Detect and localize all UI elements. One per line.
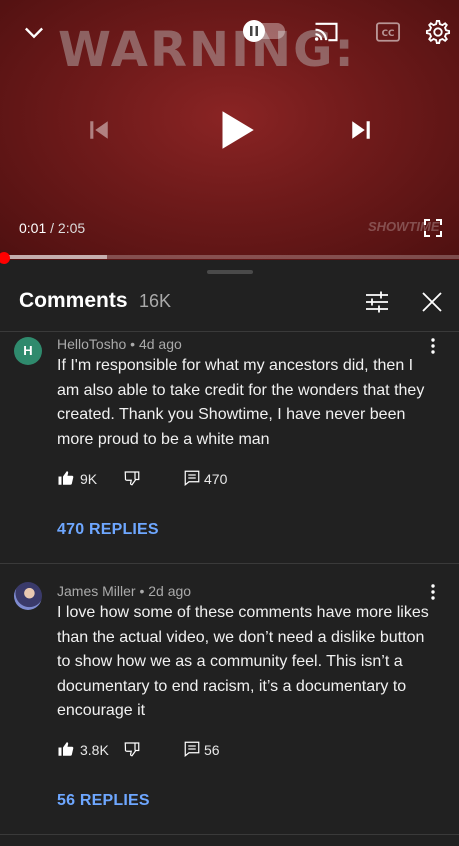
comment-divider <box>0 834 459 835</box>
comment-actions: 9K 470 <box>57 469 307 489</box>
comment-meta: James Miller • 2d ago <box>57 583 191 599</box>
buffer-fill <box>0 255 107 259</box>
comments-title: Comments <box>19 289 128 312</box>
thumb-up-icon[interactable] <box>57 740 75 758</box>
time-separator: / <box>46 220 58 236</box>
comment-meta: HelloTosho • 4d ago <box>57 336 182 352</box>
like-count: 3.8K <box>80 742 109 758</box>
captions-icon[interactable]: CC <box>374 18 402 46</box>
comments-count: 16K <box>139 291 172 311</box>
chevron-down-icon[interactable] <box>20 18 48 46</box>
meta-separator: • <box>126 336 139 352</box>
header-divider <box>0 331 459 332</box>
avatar[interactable]: H <box>14 337 42 365</box>
cast-icon[interactable] <box>312 18 340 46</box>
reply-count: 56 <box>204 742 220 758</box>
thumb-down-icon[interactable] <box>123 740 141 758</box>
skip-next-icon[interactable] <box>346 115 376 145</box>
video-player[interactable]: WARNING: CC 0:01 / 2:05 SHOWTIME <box>0 0 459 260</box>
pause-toggle-icon[interactable] <box>243 20 285 42</box>
reply-count: 470 <box>204 471 228 487</box>
comment-text: If I'm responsible for what my ancestors… <box>57 357 425 448</box>
svg-text:CC: CC <box>382 29 395 39</box>
comment-divider <box>0 563 459 564</box>
comment-actions: 3.8K 56 <box>57 740 307 760</box>
like-count: 9K <box>80 471 98 487</box>
more-vert-icon[interactable] <box>426 337 440 355</box>
progress-bar[interactable] <box>0 255 459 259</box>
drag-handle[interactable] <box>207 270 253 274</box>
view-replies-button[interactable]: 470 REPLIES <box>57 521 159 539</box>
comment-author[interactable]: HelloTosho <box>57 336 126 352</box>
thumb-down-icon[interactable] <box>123 469 141 487</box>
comment-time: 4d ago <box>138 336 182 352</box>
reply-icon[interactable] <box>183 740 201 758</box>
meta-separator: • <box>135 583 149 599</box>
more-vert-icon[interactable] <box>426 583 440 601</box>
time-display: 0:01 / 2:05 <box>19 220 85 236</box>
avatar[interactable] <box>14 582 42 610</box>
close-icon[interactable] <box>420 290 444 314</box>
view-replies-button[interactable]: 56 REPLIES <box>57 792 150 810</box>
comment-time: 2d ago <box>148 583 192 599</box>
current-time: 0:01 <box>19 220 47 236</box>
comment-author[interactable]: James Miller <box>57 583 136 599</box>
duration: 2:05 <box>57 220 86 236</box>
filter-icon[interactable] <box>364 290 390 314</box>
play-icon[interactable] <box>210 105 260 155</box>
skip-previous-icon[interactable] <box>84 115 114 145</box>
reply-icon[interactable] <box>183 469 201 487</box>
scrubber-handle[interactable] <box>0 252 10 264</box>
fullscreen-icon[interactable] <box>424 219 442 237</box>
settings-icon[interactable] <box>424 18 452 46</box>
comment-text: I love how some of these comments have m… <box>57 604 429 719</box>
thumb-up-icon[interactable] <box>57 469 75 487</box>
